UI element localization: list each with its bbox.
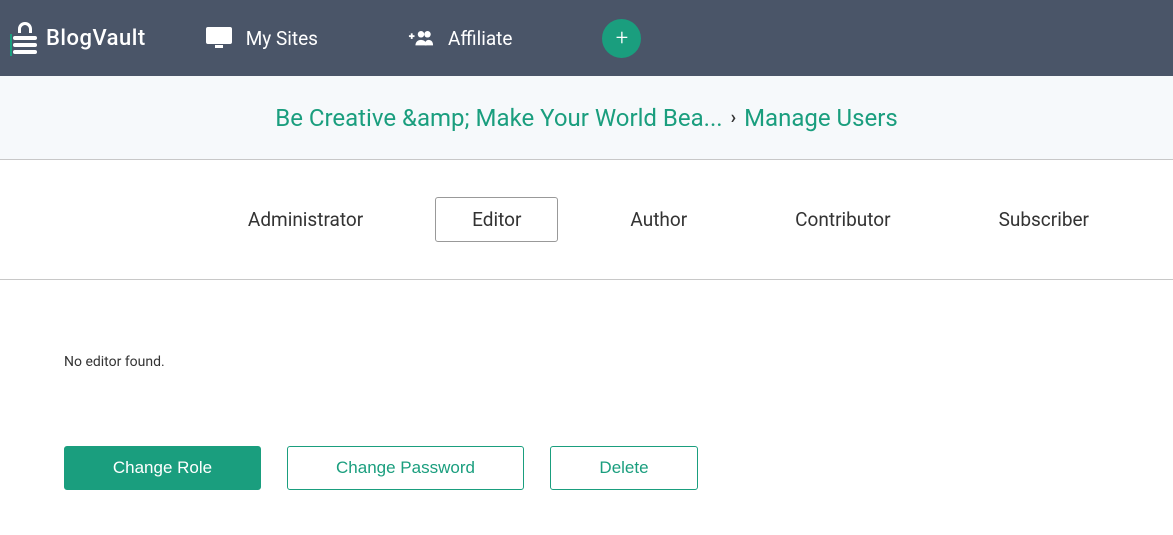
monitor-icon bbox=[206, 27, 232, 49]
nav-my-sites[interactable]: My Sites bbox=[206, 27, 318, 50]
tab-author[interactable]: Author bbox=[594, 198, 723, 241]
nav-affiliate-label: Affiliate bbox=[448, 27, 512, 50]
empty-state-message: No editor found. bbox=[64, 354, 1109, 370]
nav-sites-label: My Sites bbox=[246, 27, 318, 50]
breadcrumb-site[interactable]: Be Creative &amp; Make Your World Bea... bbox=[275, 104, 722, 132]
breadcrumb-separator: › bbox=[731, 107, 736, 128]
brand-logo[interactable]: BlogVault bbox=[10, 20, 146, 56]
nav-affiliate[interactable]: Affiliate bbox=[408, 27, 512, 50]
role-tabs: Administrator Editor Author Contributor … bbox=[0, 160, 1173, 280]
breadcrumb-page[interactable]: Manage Users bbox=[744, 104, 898, 132]
blogvault-icon bbox=[10, 20, 40, 56]
change-role-button[interactable]: Change Role bbox=[64, 446, 261, 490]
tab-editor[interactable]: Editor bbox=[435, 197, 558, 242]
tab-contributor[interactable]: Contributor bbox=[759, 198, 926, 241]
people-plus-icon bbox=[408, 27, 434, 49]
tab-administrator[interactable]: Administrator bbox=[212, 198, 399, 241]
delete-button[interactable]: Delete bbox=[550, 446, 698, 490]
add-button[interactable]: + bbox=[602, 19, 641, 58]
change-password-button[interactable]: Change Password bbox=[287, 446, 524, 490]
plus-icon: + bbox=[616, 26, 628, 51]
top-navigation: BlogVault My Sites Affiliate + bbox=[0, 0, 1173, 76]
brand-name: BlogVault bbox=[46, 26, 146, 51]
action-buttons: Change Role Change Password Delete bbox=[64, 446, 1109, 490]
breadcrumb: Be Creative &amp; Make Your World Bea...… bbox=[0, 76, 1173, 160]
tab-subscriber[interactable]: Subscriber bbox=[963, 198, 1125, 241]
content-area: No editor found. Change Role Change Pass… bbox=[0, 280, 1173, 490]
